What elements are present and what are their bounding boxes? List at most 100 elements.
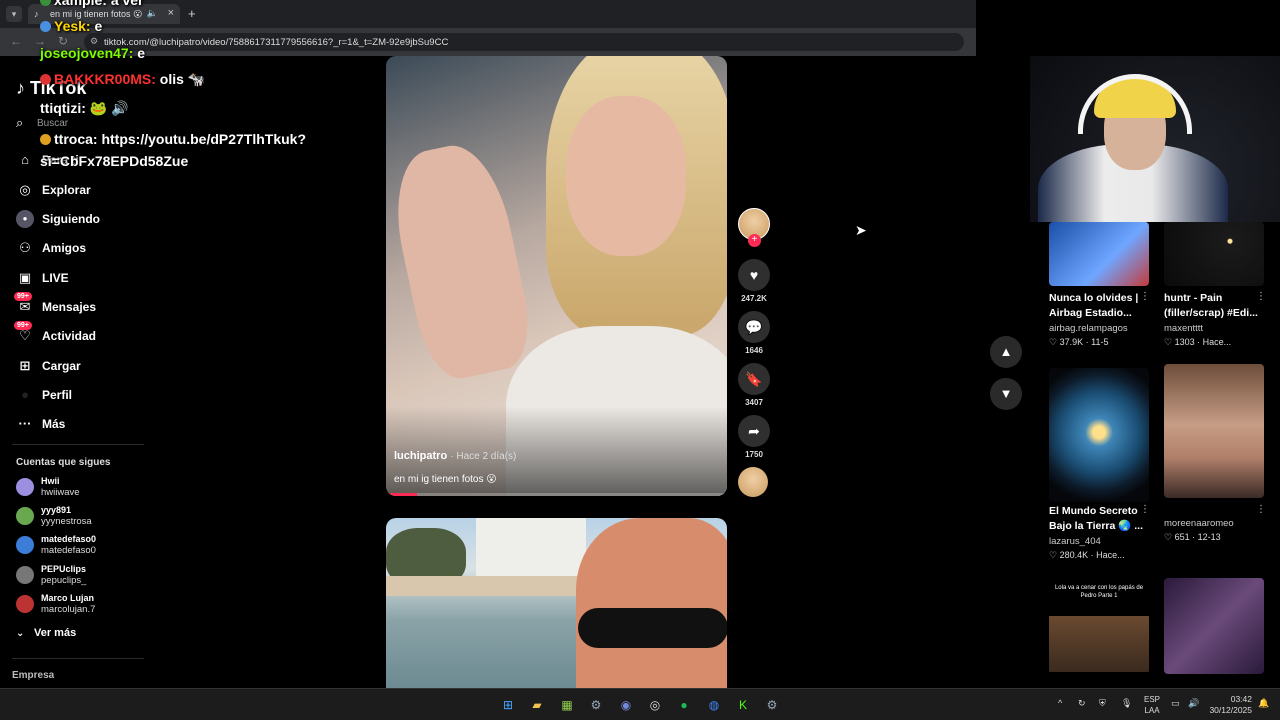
avatar — [16, 595, 34, 613]
chrome-icon[interactable]: ◍ — [705, 696, 723, 714]
shield-icon[interactable]: ⛨ — [1099, 698, 1106, 709]
avatar — [16, 566, 34, 584]
sidebar-item-cargar[interactable]: ⊞ Cargar — [16, 356, 156, 378]
like-button[interactable]: ♥ 247.2K — [738, 259, 770, 303]
company-link[interactable]: Empresa — [12, 670, 54, 681]
more-icon: ··· — [18, 416, 32, 431]
comment-count: 1646 — [745, 346, 763, 355]
notification-bell-icon[interactable]: 🔔 — [1258, 698, 1269, 709]
sidebar-item-mas[interactable]: ··· Más — [16, 414, 156, 436]
grid-video-user[interactable]: moreenaaromeo — [1164, 518, 1234, 529]
video-thumbnail[interactable] — [1049, 368, 1149, 502]
messages-badge: 99+ — [14, 292, 32, 301]
video-thumbnail[interactable] — [1164, 222, 1264, 286]
avatar — [16, 536, 34, 554]
next-video-button[interactable]: ▼ — [990, 378, 1022, 410]
video-thumbnail[interactable] — [1164, 578, 1264, 674]
sidebar-item-live[interactable]: ▣ LIVE — [16, 268, 156, 290]
see-more-button[interactable]: ⌄ Ver más — [16, 627, 76, 639]
video-progress-bar[interactable] — [386, 493, 727, 496]
file-explorer-icon[interactable]: ▰ — [528, 696, 546, 714]
kebab-menu-icon[interactable]: ⋮ — [1140, 504, 1150, 515]
thumbnail-text: Lola va a cenar con los papás de Pedro P… — [1054, 585, 1144, 599]
share-icon: ➦ — [738, 415, 770, 447]
chevron-down-icon: ⌄ — [16, 628, 25, 639]
grid-video-card[interactable]: Lola va a cenar con los papás de Pedro P… — [1049, 578, 1149, 674]
video-frame-content — [576, 518, 727, 688]
network-icon[interactable]: ▭ — [1171, 698, 1180, 709]
tiktok-logo-icon: ♪ — [16, 78, 25, 98]
system-clock[interactable]: 03:42 30/12/2025 — [1206, 694, 1252, 716]
followed-account[interactable]: Hwii hwiiwave — [16, 476, 166, 500]
grid-video-card[interactable] — [1164, 364, 1264, 498]
video-thumbnail[interactable]: Lola va a cenar con los papás de Pedro P… — [1049, 578, 1149, 674]
next-video-player[interactable] — [386, 518, 727, 688]
comment-button[interactable]: 💬 1646 — [738, 311, 770, 355]
grid-video-card[interactable] — [1049, 368, 1149, 502]
video-caption: en mi ig tienen fotos 😮 — [394, 474, 497, 485]
grid-video-card[interactable] — [1164, 222, 1264, 286]
grid-video-card[interactable] — [1049, 222, 1149, 286]
spotify-icon[interactable]: ● — [675, 696, 693, 714]
tab-close-icon[interactable]: × — [168, 7, 174, 19]
video-author[interactable]: luchipatro — [394, 450, 447, 462]
grid-video-title[interactable]: El Mundo Secreto Bajo la Tierra 🌏 ... — [1049, 504, 1149, 534]
obs-icon[interactable]: ◎ — [646, 696, 664, 714]
kebab-menu-icon[interactable]: ⋮ — [1256, 504, 1266, 515]
save-count: 3407 — [745, 398, 763, 407]
music-disc-avatar[interactable] — [738, 467, 768, 497]
sidebar-item-siguiendo[interactable]: ● Siguiendo — [16, 209, 156, 231]
followed-account[interactable]: Marco Lujan marcolujan.7 — [16, 593, 166, 617]
windows-start-icon[interactable]: ⊞ — [499, 696, 517, 714]
language-indicator[interactable]: ESP LAA — [1144, 694, 1160, 716]
sidebar-item-perfil[interactable]: ● Perfil — [16, 385, 156, 407]
back-icon[interactable]: ← — [10, 34, 22, 48]
tray-overflow-icon[interactable]: ^ — [1058, 698, 1062, 708]
sidebar-item-actividad[interactable]: ♡ 99+ Actividad — [14, 321, 156, 348]
steam-icon[interactable]: ⚙ — [587, 696, 605, 714]
tab-audio-icon[interactable]: 🔈 — [147, 8, 158, 19]
previous-video-button[interactable]: ▲ — [990, 336, 1022, 368]
microphone-icon[interactable]: 🎙 — [1121, 698, 1132, 709]
video-player[interactable]: luchipatro · Hace 2 día(s) en mi ig tien… — [386, 56, 727, 496]
url-input[interactable]: ⚙ tiktok.com/@luchipatro/video/758861731… — [84, 33, 964, 51]
grid-video-card[interactable] — [1164, 578, 1264, 674]
sidebar-item-amigos[interactable]: ⚇ Amigos — [16, 238, 156, 260]
video-frame-content — [476, 518, 586, 578]
heart-outline-icon: ♡ — [1164, 337, 1173, 347]
chat-badge-icon — [40, 0, 51, 6]
grid-video-user[interactable]: lazarus_404 — [1049, 536, 1101, 547]
kick-icon[interactable]: K — [734, 696, 752, 714]
grid-video-user[interactable]: airbag.relampagos — [1049, 323, 1128, 334]
kebab-menu-icon[interactable]: ⋮ — [1140, 291, 1150, 302]
volume-icon[interactable]: 🔊 — [1188, 698, 1199, 709]
sidebar-item-mensajes[interactable]: ✉ 99+ Mensajes — [14, 292, 156, 319]
followed-account[interactable]: matedefaso0 matedefaso0 — [16, 534, 166, 558]
minecraft-icon[interactable]: ▦ — [558, 696, 576, 714]
grid-video-user[interactable]: maxentttt — [1164, 323, 1203, 334]
grid-video-title[interactable]: huntr - Pain (filler/scrap) #Edi... — [1164, 291, 1264, 321]
save-button[interactable]: 🔖 3407 — [738, 363, 770, 407]
grid-video-stats: ♡ 37.9K · 11-5 — [1049, 337, 1109, 347]
followed-account[interactable]: yyy891 yyynestrosa — [16, 505, 166, 529]
video-thumbnail[interactable] — [1049, 222, 1149, 286]
bookmark-icon: 🔖 — [738, 363, 770, 395]
video-thumbnail[interactable] — [1164, 364, 1264, 498]
followed-account[interactable]: PEPUclips pepuclips_ — [16, 564, 166, 588]
following-avatar-icon: ● — [16, 210, 34, 228]
share-button[interactable]: ➦ 1750 — [738, 415, 770, 459]
sidebar-item-explorar[interactable]: ◎ Explorar — [16, 180, 156, 202]
tab-search-icon[interactable]: ▾ — [6, 6, 22, 22]
chat-badge-icon — [40, 74, 51, 85]
grid-video-title[interactable]: Nunca lo olvides | Airbag Estadio... — [1049, 291, 1149, 321]
sync-icon[interactable]: ↻ — [1078, 698, 1086, 709]
profile-icon: ● — [21, 387, 29, 402]
follow-plus-icon[interactable]: + — [748, 234, 761, 247]
kebab-menu-icon[interactable]: ⋮ — [1256, 291, 1266, 302]
steam-icon[interactable]: ⚙ — [763, 696, 781, 714]
avatar — [16, 507, 34, 525]
new-tab-icon[interactable]: + — [188, 6, 196, 21]
discord-icon[interactable]: ◉ — [617, 696, 635, 714]
compass-icon: ◎ — [19, 182, 31, 197]
video-frame-content — [566, 96, 686, 256]
